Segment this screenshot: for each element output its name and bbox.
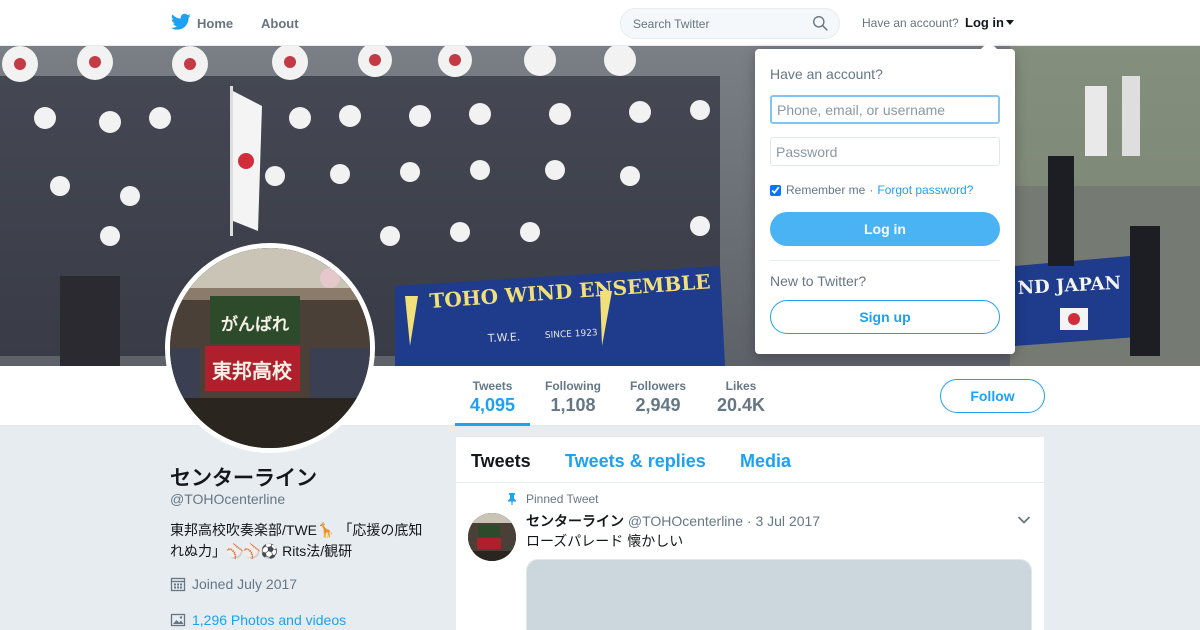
stat-value: 1,108: [550, 395, 596, 415]
dropdown-divider: [770, 260, 1000, 261]
tweet-separator: ·: [746, 513, 752, 529]
follow-button[interactable]: Follow: [940, 379, 1045, 413]
stat-tweets[interactable]: Tweets 4,095: [470, 379, 515, 416]
username-field[interactable]: [770, 95, 1000, 124]
tweet-avatar[interactable]: [468, 513, 516, 561]
avatar-sign-top: がんばれ: [221, 314, 289, 335]
signup-button[interactable]: Sign up: [770, 300, 1000, 334]
have-account-text: Have an account?: [862, 16, 959, 30]
nav-home-link[interactable]: Home: [170, 0, 233, 46]
profile-bio: 東邦高校吹奏楽部/TWE🦒 「応援の底知れぬ力」⚾⚾⚽ Rits法/観研: [170, 522, 423, 559]
tab-media[interactable]: Media: [740, 451, 791, 472]
banner-text-sub: T.W.E.: [486, 330, 520, 345]
forgot-password-link[interactable]: Forgot password?: [877, 183, 973, 197]
calendar-icon: [170, 577, 186, 592]
tweet-text: ローズパレード 懐かしい: [526, 533, 684, 549]
timeline-tabs: Tweets Tweets & replies Media: [456, 437, 1044, 483]
photos-videos-link[interactable]: 1,296 Photos and videos: [170, 612, 346, 628]
top-nav: Home About Have an account? Log in: [0, 0, 1200, 46]
stat-value: 20.4K: [717, 395, 766, 415]
password-field[interactable]: [770, 137, 1000, 166]
profile-name[interactable]: センターライン: [170, 462, 317, 492]
stat-value: 4,095: [470, 395, 516, 415]
tweet-avatar-photo: [468, 513, 516, 561]
stat-label: Likes: [725, 379, 757, 393]
nav-about-link[interactable]: About: [261, 0, 299, 46]
dropdown-title: Have an account?: [770, 66, 883, 82]
photo-icon: [170, 613, 186, 627]
joined-date: Joined July 2017: [170, 576, 297, 592]
pin-icon: [508, 493, 516, 505]
search-icon[interactable]: [812, 15, 829, 32]
avatar-sign-bottom: 東邦高校: [212, 359, 293, 383]
remember-me-row: Remember me · Forgot password?: [770, 183, 973, 197]
timeline: Tweets Tweets & replies Media Pinned Twe…: [456, 437, 1044, 630]
new-to-twitter-text: New to Twitter?: [770, 273, 867, 289]
chevron-down-icon[interactable]: [1017, 515, 1031, 525]
tweet-header: センターライン @TOHOcenterline · 3 Jul 2017: [526, 511, 820, 531]
tab-tweets[interactable]: Tweets: [471, 451, 531, 472]
tweet-author-handle[interactable]: @TOHOcenterline: [628, 513, 743, 529]
pinned-tweet-label: Pinned Tweet: [506, 492, 599, 506]
tweet-author-name[interactable]: センターライン: [526, 513, 624, 529]
avatar[interactable]: がんばれ 東邦高校: [165, 243, 375, 453]
remember-me-label: Remember me: [786, 183, 866, 197]
remember-me-checkbox[interactable]: [770, 184, 781, 196]
stat-followers[interactable]: Followers 2,949: [630, 379, 686, 416]
photos-text: 1,296 Photos and videos: [192, 612, 347, 628]
stat-label: Tweets: [472, 379, 513, 393]
avatar-photo: がんばれ 東邦高校: [170, 248, 370, 448]
remember-separator: ·: [869, 183, 874, 197]
search-input[interactable]: [633, 9, 813, 38]
chevron-down-icon: [1006, 20, 1014, 25]
login-link-label: Log in: [965, 15, 1004, 30]
stat-label: Followers: [630, 379, 687, 393]
joined-text: Joined July 2017: [192, 576, 298, 592]
tweet-date[interactable]: 3 Jul 2017: [755, 513, 820, 529]
tweet-media[interactable]: [526, 559, 1032, 630]
stat-likes[interactable]: Likes 20.4K: [717, 379, 765, 416]
login-button[interactable]: Log in: [770, 212, 1000, 246]
login-dropdown-toggle[interactable]: Log in: [965, 15, 1014, 30]
pinned-text: Pinned Tweet: [526, 492, 599, 506]
search-box: [620, 8, 840, 39]
tab-tweets-replies[interactable]: Tweets & replies: [565, 451, 706, 472]
login-dropdown: Have an account? Remember me · Forgot pa…: [755, 41, 1015, 354]
stat-value: 2,949: [635, 395, 681, 415]
profile-handle[interactable]: @TOHOcenterline: [170, 491, 285, 507]
stat-following[interactable]: Following 1,108: [545, 379, 601, 416]
stat-label: Following: [545, 379, 601, 393]
active-stat-underline: [455, 423, 530, 426]
